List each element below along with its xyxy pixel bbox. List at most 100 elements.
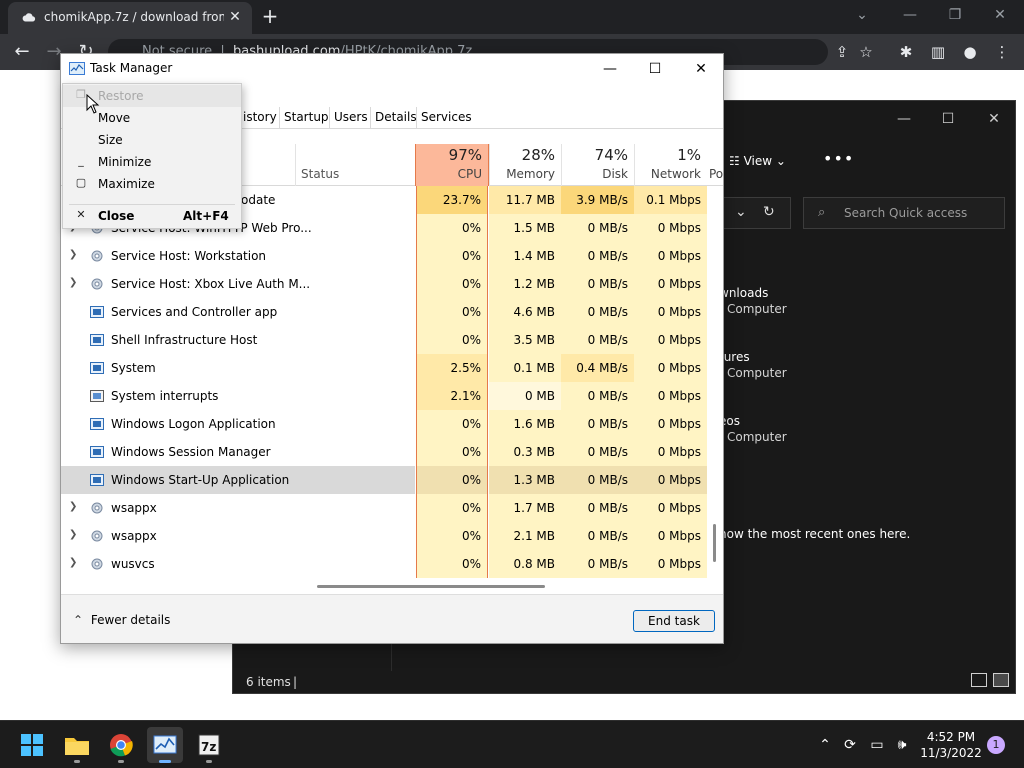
disk-column-header[interactable]: 74% Disk <box>561 144 634 186</box>
close-icon[interactable]: ✕ <box>988 4 1012 26</box>
menu-item-close[interactable]: ✕ Close Alt+F4 <box>63 205 241 227</box>
title-bar[interactable]: Task Manager — ☐ ✕ <box>61 54 723 84</box>
chevron-right-icon[interactable]: ❯ <box>69 557 77 568</box>
quick-access-item[interactable]: eos Computer <box>719 413 787 445</box>
tab-details[interactable]: Details <box>370 107 421 129</box>
close-icon[interactable]: ✕ <box>686 58 716 80</box>
minimize-icon[interactable]: — <box>595 58 625 80</box>
minimize-icon[interactable]: — <box>898 4 922 26</box>
horizontal-scrollbar[interactable] <box>317 585 545 588</box>
network-column-header[interactable]: 1% Network <box>634 144 707 186</box>
start-button[interactable] <box>14 727 50 763</box>
chevron-right-icon[interactable]: ❯ <box>69 277 77 288</box>
maximize-icon[interactable]: ☐ <box>640 58 670 80</box>
menu-item-size[interactable]: Size <box>63 129 241 151</box>
cpu-column-header[interactable]: 97% CPU <box>415 144 489 186</box>
menu-dots-icon[interactable]: ⋮ <box>992 42 1012 62</box>
extensions-icon[interactable]: ✱ <box>896 42 916 62</box>
cpu-cell: 0% <box>416 270 488 298</box>
process-name: Windows Start-Up Application <box>111 473 290 487</box>
new-tab-icon[interactable]: + <box>260 6 280 26</box>
update-icon[interactable]: ⟳ <box>840 735 860 755</box>
table-row[interactable]: ❯ wsappx 0% 1.7 MB 0 MB/s 0 Mbps <box>61 494 709 522</box>
star-icon[interactable]: ☆ <box>856 42 876 62</box>
tab-users[interactable]: Users <box>329 107 372 129</box>
address-dropdown[interactable]: ⌄ ↻ <box>723 197 791 229</box>
app-window-icon <box>90 418 104 430</box>
clock[interactable]: 4:52 PM 11/3/2022 <box>920 729 982 761</box>
table-row[interactable]: System 2.5% 0.1 MB 0.4 MB/s 0 Mbps <box>61 354 709 382</box>
quick-access-item[interactable]: tures Computer <box>719 349 787 381</box>
taskbar-task-manager[interactable] <box>147 727 183 763</box>
table-row[interactable]: Services and Controller app 0% 4.6 MB 0 … <box>61 298 709 326</box>
chevron-down-icon[interactable]: ⌄ <box>850 4 874 26</box>
memory-label: Memory <box>506 167 555 181</box>
table-row[interactable]: ❯ wsappx 0% 2.1 MB 0 MB/s 0 Mbps <box>61 522 709 550</box>
vertical-scrollbar[interactable] <box>713 524 716 562</box>
table-row-selected[interactable]: Windows Start-Up Application 0% 1.3 MB 0… <box>61 466 709 494</box>
chevron-right-icon[interactable]: ❯ <box>69 501 77 512</box>
footer: ⌃ Fewer details End task <box>61 594 723 643</box>
table-row[interactable]: ❯ Service Host: Workstation 0% 1.4 MB 0 … <box>61 242 709 270</box>
menu-item-minimize[interactable]: _ Minimize <box>63 151 241 173</box>
process-name-cell: System interrupts <box>61 382 415 410</box>
memory-column-header[interactable]: 28% Memory <box>489 144 561 186</box>
search-input[interactable]: ⌕ Search Quick access <box>803 197 1005 229</box>
table-row[interactable]: Windows Logon Application 0% 1.6 MB 0 MB… <box>61 410 709 438</box>
side-panel-icon[interactable]: ▥ <box>928 42 948 62</box>
chevron-right-icon[interactable]: ❯ <box>69 529 77 540</box>
table-row[interactable]: ❯ wusvcs 0% 0.8 MB 0 MB/s 0 Mbps <box>61 550 709 578</box>
close-icon[interactable]: ✕ <box>228 10 242 24</box>
memory-cell: 1.5 MB <box>489 214 561 242</box>
fewer-details-button[interactable]: ⌃ Fewer details <box>73 613 170 627</box>
details-view-icon[interactable] <box>971 673 987 687</box>
profile-icon[interactable]: ● <box>960 42 980 62</box>
process-name: wusvcs <box>111 557 155 571</box>
chevron-right-icon[interactable]: ❯ <box>69 249 77 260</box>
restore-icon[interactable]: ❐ <box>943 4 967 26</box>
gear-icon <box>91 502 103 514</box>
status-column-header[interactable]: Status <box>301 167 339 181</box>
tab-app-history[interactable]: istory <box>239 107 281 129</box>
close-icon[interactable]: ✕ <box>979 109 1009 129</box>
table-row[interactable]: ❯ Service Host: Xbox Live Auth M... 0% 1… <box>61 270 709 298</box>
end-task-button[interactable]: End task <box>633 610 715 632</box>
task-manager-icon <box>69 62 85 75</box>
status-bar: 6 items | <box>233 669 1015 693</box>
process-name: odate <box>241 193 276 207</box>
back-icon[interactable]: ← <box>12 42 32 62</box>
table-row[interactable]: System interrupts 2.1% 0 MB 0 MB/s 0 Mbp… <box>61 382 709 410</box>
table-row[interactable]: Shell Infrastructure Host 0% 3.5 MB 0 MB… <box>61 326 709 354</box>
notification-badge[interactable]: 1 <box>987 736 1005 754</box>
table-row[interactable]: Windows Session Manager 0% 0.3 MB 0 MB/s… <box>61 438 709 466</box>
view-button[interactable]: ☷ View ⌄ <box>729 151 786 171</box>
more-options-icon[interactable]: ••• <box>823 149 854 168</box>
share-icon[interactable]: ⇪ <box>832 42 852 62</box>
taskbar-chrome[interactable] <box>103 727 139 763</box>
taskbar-file-explorer[interactable] <box>59 727 95 763</box>
process-name: Services and Controller app <box>111 305 278 319</box>
network-icon[interactable]: ▭ <box>867 735 887 755</box>
taskbar: 7z ⌃ ⟳ ▭ 🕪 4:52 PM 11/3/2022 1 <box>0 720 1024 768</box>
tab-services[interactable]: Services <box>416 107 476 129</box>
chevron-up-icon[interactable]: ⌃ <box>815 735 835 755</box>
volume-icon[interactable]: 🕪 <box>892 735 912 755</box>
browser-tab[interactable]: chomikApp.7z / download from B ✕ <box>8 2 252 34</box>
power-column-header[interactable]: Po <box>709 167 723 181</box>
refresh-icon[interactable]: ↻ <box>763 204 775 220</box>
chevron-down-icon[interactable]: ⌄ <box>735 204 747 220</box>
process-name: Service Host: Xbox Live Auth M... <box>111 277 311 291</box>
maximize-icon[interactable]: ☐ <box>933 109 963 129</box>
tiles-view-icon[interactable] <box>993 673 1009 687</box>
minimize-icon[interactable]: — <box>889 109 919 129</box>
taskbar-7zip[interactable]: 7z <box>191 727 227 763</box>
item-location: Computer <box>727 366 787 380</box>
memory-cell: 1.7 MB <box>489 494 561 522</box>
network-cell: 0 Mbps <box>634 354 707 382</box>
memory-cell: 0.8 MB <box>489 550 561 578</box>
tab-startup[interactable]: Startup <box>279 107 333 129</box>
cpu-cell: 23.7% <box>416 186 488 214</box>
menu-item-maximize[interactable]: ▢ Maximize <box>63 173 241 195</box>
clock-date: 11/3/2022 <box>920 746 982 760</box>
quick-access-item[interactable]: wnloads Computer <box>719 285 787 317</box>
